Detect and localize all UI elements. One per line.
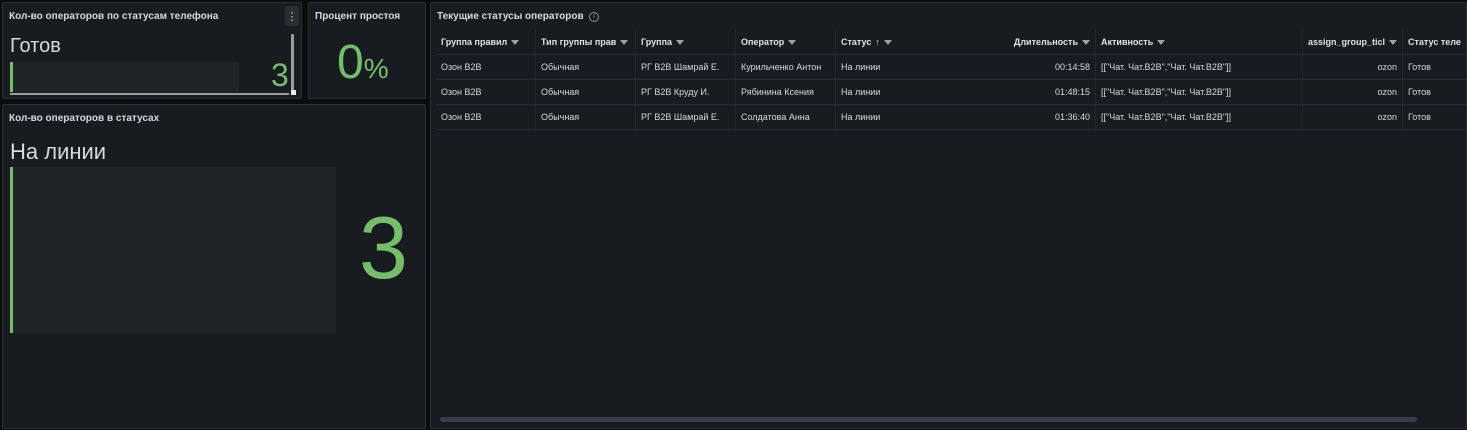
column-header-rule-group-type[interactable]: Тип группы прав (536, 30, 636, 54)
column-header-label: Тип группы прав (541, 37, 617, 47)
filter-icon[interactable] (676, 40, 685, 46)
cell-rule-group: Озон B2B (436, 80, 536, 104)
filter-icon[interactable] (1082, 40, 1090, 46)
cell-status: На линии (841, 62, 881, 72)
cell-duration: 01:36:40 (996, 105, 1096, 129)
resize-handle[interactable] (291, 90, 296, 95)
column-header-label: Длительность (1013, 37, 1078, 47)
cell-assign-group: ozon (1303, 55, 1403, 79)
cell-phone-status: Готов (1408, 62, 1431, 72)
cell-activity: [["Чат. Чат.B2B","Чат. Чат.B2B"]] (1096, 55, 1303, 79)
column-header-group[interactable]: Группа (636, 30, 736, 54)
filter-icon[interactable] (511, 40, 520, 46)
panel-title: Кол-во операторов по статусам телефона (9, 11, 219, 22)
stat-bar (10, 62, 239, 92)
stat-value: 3 (271, 57, 289, 93)
filter-icon[interactable] (1389, 40, 1398, 46)
filter-icon[interactable] (1157, 40, 1166, 46)
cell-operator: Солдатова Анна (736, 105, 836, 129)
cell-duration: 01:48:15 (996, 80, 1096, 104)
stat-label: Готов (10, 35, 61, 57)
info-icon[interactable]: i (589, 12, 599, 22)
cell-status: На линии (841, 87, 881, 97)
cell-rule-group-type: Обычная (536, 55, 636, 79)
cell-phone-status: Готов (1408, 87, 1431, 97)
table-row[interactable]: Озон B2B Обычная РГ B2B Круду И. Рябинин… (436, 80, 1466, 105)
sort-ascending-icon[interactable]: ↑ (875, 30, 880, 54)
cell-operator: Курильченко Антон (736, 55, 836, 79)
cell-group: РГ B2B Шамрай Е. (636, 105, 736, 129)
table-header-row: Группа правил Тип группы прав Группа Опе… (436, 30, 1466, 55)
cell-phone-status: Готов (1408, 112, 1431, 122)
more-vertical-icon[interactable]: ⋮ (285, 6, 299, 26)
idle-percent-value: 0% (337, 37, 389, 95)
cell-duration: 00:14:58 (996, 55, 1096, 79)
column-header-label: Статус теле (1408, 37, 1461, 47)
filter-icon[interactable] (883, 40, 892, 46)
stat-bar-accent (10, 62, 13, 92)
phone-status-panel: Кол-во операторов по статусам телефона ⋮… (2, 2, 302, 99)
stat-bar-accent (10, 167, 13, 333)
column-header-label: Группа (641, 37, 673, 47)
cell-assign-group: ozon (1303, 105, 1403, 129)
horizontal-scrollbar[interactable] (10, 93, 289, 95)
filter-icon[interactable] (620, 40, 629, 46)
cell-operator: Рябинина Ксения (736, 80, 836, 104)
column-header-phone-status[interactable]: Статус теле (1403, 30, 1466, 54)
stat-bar (10, 167, 336, 333)
column-header-label: Группа правил (441, 37, 508, 47)
stat-label: На линии (10, 139, 107, 164)
column-header-label: Оператор (741, 37, 785, 47)
panel-title: Кол-во операторов в статусах (9, 113, 160, 124)
horizontal-scrollbar[interactable] (440, 417, 1417, 422)
column-header-assign-group[interactable]: assign_group_ticl (1303, 30, 1403, 54)
column-header-label: Активность (1101, 37, 1154, 47)
column-header-activity[interactable]: Активность (1096, 30, 1303, 54)
column-header-operator[interactable]: Оператор (736, 30, 836, 54)
cell-group: РГ B2B Шамрай Е. (636, 55, 736, 79)
operator-status-table-panel: Текущие статусы операторов i Группа прав… (430, 2, 1467, 429)
table-row[interactable]: Озон B2B Обычная РГ B2B Шамрай Е. Куриль… (436, 55, 1466, 80)
column-header-label: assign_group_ticl (1308, 37, 1386, 47)
cell-activity: [["Чат. Чат.B2B","Чат. Чат.B2B"]] (1096, 80, 1303, 104)
idle-percent-panel: Процент простоя 0% (308, 2, 426, 99)
panel-title: Процент простоя (315, 11, 401, 22)
column-header-rule-group[interactable]: Группа правил (436, 30, 536, 54)
cell-group: РГ B2B Круду И. (636, 80, 736, 104)
cell-activity: [["Чат. Чат.B2B","Чат. Чат.B2B"]] (1096, 105, 1303, 129)
vertical-scrollbar[interactable] (291, 34, 294, 93)
cell-rule-group: Озон B2B (436, 55, 536, 79)
column-header-duration[interactable]: Длительность (996, 30, 1096, 54)
cell-rule-group-type: Обычная (536, 105, 636, 129)
panel-title: Текущие статусы операторов (437, 11, 584, 22)
idle-value-number: 0 (337, 36, 364, 89)
status-count-panel: Кол-во операторов в статусах На линии 3 (2, 104, 426, 429)
table-row[interactable]: Озон B2B Обычная РГ B2B Шамрай Е. Солдат… (436, 105, 1466, 130)
filter-icon[interactable] (788, 40, 797, 46)
cell-assign-group: ozon (1303, 80, 1403, 104)
column-header-label: Статус (841, 37, 872, 47)
cell-rule-group-type: Обычная (536, 80, 636, 104)
cell-status: На линии (841, 112, 881, 122)
cell-rule-group: Озон B2B (436, 105, 536, 129)
stat-value: 3 (359, 198, 408, 297)
status-table: Группа правил Тип группы прав Группа Опе… (436, 30, 1466, 130)
idle-value-unit: % (363, 53, 389, 84)
